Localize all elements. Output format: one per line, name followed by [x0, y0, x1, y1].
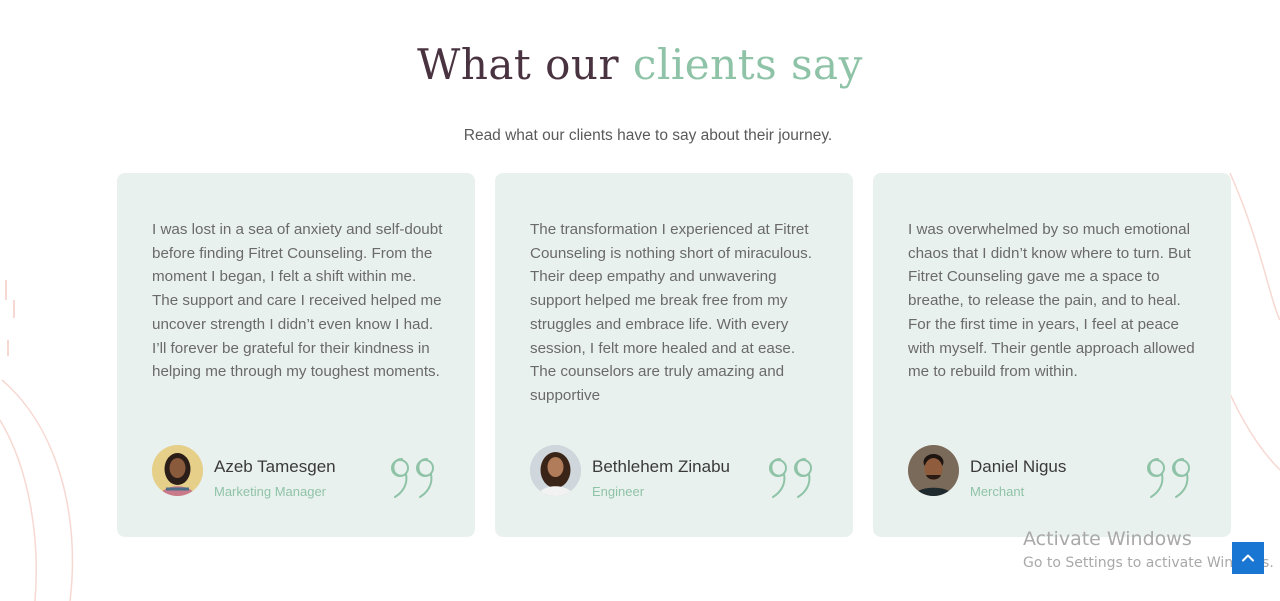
testimonial-text: The transformation I experienced at Fitr… [530, 221, 812, 404]
author-role: Engineer [592, 484, 645, 499]
quote-icon [769, 458, 812, 498]
author-role: Marketing Manager [214, 484, 326, 499]
testimonial-card: The transformation I experienced at Fitr… [495, 173, 853, 537]
author-role: Merchant [970, 484, 1025, 499]
chevron-up-icon [1242, 554, 1254, 562]
scroll-to-top-button[interactable] [1232, 542, 1264, 574]
quote-icon [391, 458, 434, 498]
avatar [908, 445, 959, 496]
author-name: Daniel Nigus [970, 457, 1067, 476]
author-name: Bethlehem Zinabu [592, 457, 730, 476]
quote-icon [1147, 458, 1190, 498]
section-subtitle: Read what our clients have to say about … [463, 127, 833, 144]
avatar [152, 445, 203, 496]
author-name: Azeb Tamesgen [214, 457, 336, 476]
section-title-accent: clients say [632, 40, 863, 89]
section-title-main: What our [417, 40, 633, 89]
testimonial-card: I was overwhelmed by so much emotional c… [873, 173, 1231, 537]
avatar [530, 445, 581, 496]
testimonial-text: I was lost in a sea of anxiety and self-… [152, 221, 443, 381]
testimonial-card: I was lost in a sea of anxiety and self-… [117, 173, 475, 537]
testimonial-text: I was overwhelmed by so much emotional c… [908, 221, 1195, 381]
section-title: What our clients say [0, 40, 1280, 89]
